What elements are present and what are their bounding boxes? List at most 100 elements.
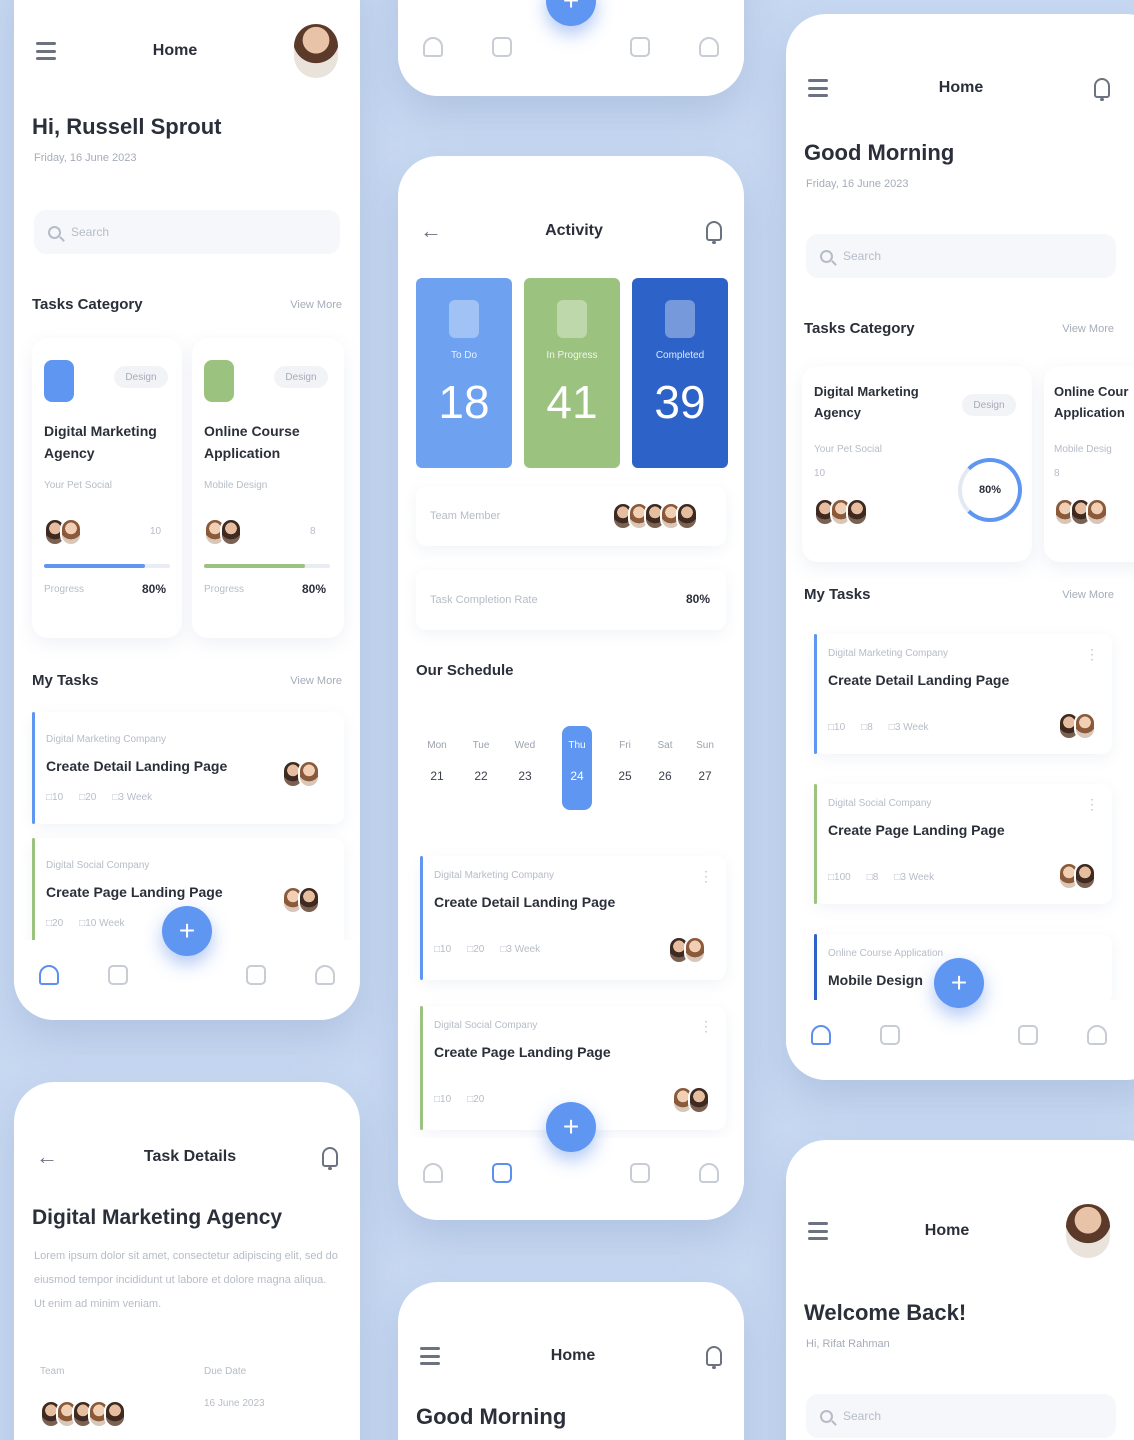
view-more-link[interactable]: View More — [1062, 589, 1114, 601]
day-tue[interactable]: Tue 22 — [466, 740, 496, 783]
more-options-icon[interactable]: ⋮ — [1085, 796, 1099, 813]
calendar-icon[interactable] — [491, 1163, 512, 1183]
task-category: Online Course Application — [828, 948, 944, 959]
day-mon[interactable]: Mon 21 — [422, 740, 452, 783]
bell-icon[interactable] — [1093, 78, 1110, 101]
document-icon[interactable] — [246, 965, 267, 985]
task-description: Lorem ipsum dolor sit amet, consectetur … — [34, 1250, 338, 1310]
task-category: Digital Social Company — [434, 1020, 538, 1031]
add-task-button[interactable]: + — [162, 906, 212, 956]
meta-item: 10 — [46, 792, 63, 803]
task-heading: Digital Marketing Agency — [32, 1206, 283, 1229]
stat-card[interactable]: Completed 39 — [632, 278, 728, 468]
day-name: Wed — [514, 740, 536, 751]
day-name: Mon — [427, 740, 447, 751]
category-header: Tasks Category View More — [804, 320, 1114, 337]
menu-icon[interactable] — [420, 1347, 440, 1365]
home-icon[interactable] — [422, 1163, 443, 1183]
document-icon — [449, 300, 479, 338]
task-meta: 100 8 3 Week — [828, 872, 934, 883]
phone-home-1: Home Hi, Russell Sprout Friday, 16 June … — [14, 0, 360, 1020]
day-fri[interactable]: Fri 25 — [610, 740, 640, 783]
home-icon[interactable] — [810, 1025, 831, 1045]
member-avatars — [204, 518, 242, 546]
add-task-button[interactable]: + — [546, 1102, 596, 1152]
menu-icon[interactable] — [808, 1222, 828, 1240]
document-icon[interactable] — [630, 37, 651, 57]
progress-fill — [44, 564, 145, 568]
search-input[interactable]: Search — [806, 1394, 1116, 1438]
menu-icon[interactable] — [808, 79, 828, 97]
calendar-icon[interactable] — [879, 1025, 900, 1045]
meta-item: 10 Week — [79, 918, 124, 929]
view-more-link[interactable]: View More — [290, 299, 342, 311]
profile-icon[interactable] — [315, 965, 336, 985]
stat-label: In Progress — [546, 350, 598, 361]
profile-icon[interactable] — [699, 37, 720, 57]
menu-icon[interactable] — [36, 42, 56, 60]
more-options-icon[interactable]: ⋮ — [699, 1018, 713, 1035]
day-thu-selected[interactable]: Thu 24 — [562, 726, 592, 810]
bell-icon[interactable] — [321, 1147, 338, 1170]
progress-value: 80% — [302, 582, 327, 596]
home-icon[interactable] — [38, 965, 59, 985]
category-title-line: Digital Marketing — [44, 423, 157, 439]
day-wed[interactable]: Wed 23 — [510, 740, 540, 783]
member-avatars — [672, 1086, 710, 1114]
task-card[interactable]: Digital Marketing Company Create Detail … — [814, 634, 1112, 754]
meta-item: 8 — [867, 872, 879, 883]
avatar[interactable] — [1065, 1204, 1110, 1258]
completion-row[interactable]: Task Completion Rate 80% — [416, 570, 726, 630]
day-name: Tue — [472, 740, 490, 751]
category-subtitle: Your Pet Social — [814, 444, 883, 455]
task-count: 8 — [310, 526, 316, 537]
search-input[interactable]: Search — [34, 210, 340, 254]
task-category: Digital Marketing Company — [434, 870, 555, 881]
day-date: 22 — [474, 769, 488, 783]
task-card[interactable]: Digital Social Company Create Page Landi… — [814, 784, 1112, 904]
member-avatar — [104, 1400, 126, 1428]
search-input[interactable]: Search — [806, 234, 1116, 278]
task-card[interactable]: Digital Marketing Company Create Detail … — [420, 856, 726, 980]
document-icon[interactable] — [1018, 1025, 1039, 1045]
member-avatars — [1058, 862, 1096, 890]
folder-icon — [44, 360, 74, 402]
category-subtitle: Mobile Design — [204, 480, 268, 491]
category-card[interactable]: Design Online Course Application Mobile … — [192, 338, 344, 638]
category-card[interactable]: Design Digital Marketing Agency Your Pet… — [32, 338, 182, 638]
calendar-icon[interactable] — [107, 965, 128, 985]
day-sun[interactable]: Sun 27 — [690, 740, 720, 783]
bell-icon[interactable] — [705, 221, 722, 244]
stat-card[interactable]: To Do 18 — [416, 278, 512, 468]
view-more-link[interactable]: View More — [1062, 323, 1114, 335]
greeting: Hi, Russell Sprout — [32, 114, 222, 139]
greeting: Welcome Back! — [804, 1300, 967, 1325]
more-options-icon[interactable]: ⋮ — [699, 868, 713, 885]
task-card[interactable]: Digital Marketing Company Create Detail … — [32, 712, 344, 824]
back-arrow-icon[interactable]: ← — [420, 220, 442, 242]
category-card-partial[interactable]: Online Cour Application Mobile Desig 8 — [1044, 366, 1134, 562]
meta-item: 10 — [434, 1094, 451, 1105]
profile-icon[interactable] — [699, 1163, 720, 1183]
screen-title: Home — [152, 42, 198, 59]
category-header: Tasks Category View More — [32, 296, 342, 313]
profile-icon[interactable] — [1087, 1025, 1108, 1045]
category-card[interactable]: Digital Marketing Agency Design Your Pet… — [802, 366, 1032, 562]
task-accent — [814, 784, 817, 904]
team-member-row[interactable]: Team Member — [416, 486, 726, 546]
document-icon — [557, 300, 587, 338]
stat-card[interactable]: In Progress 41 — [524, 278, 620, 468]
phone-task-details: ← Task Details Digital Marketing Agency … — [14, 1082, 360, 1440]
view-more-link[interactable]: View More — [290, 675, 342, 687]
more-options-icon[interactable]: ⋮ — [1085, 646, 1099, 663]
avatar[interactable] — [293, 24, 338, 78]
category-title-line: Online Cour — [1054, 384, 1129, 399]
back-arrow-icon[interactable]: ← — [36, 1146, 58, 1168]
bell-icon[interactable] — [705, 1346, 722, 1369]
completion-label: Task Completion Rate — [430, 594, 538, 606]
add-task-button[interactable]: + — [934, 958, 984, 1008]
day-sat[interactable]: Sat 26 — [650, 740, 680, 783]
document-icon[interactable] — [630, 1163, 651, 1183]
calendar-icon[interactable] — [491, 37, 512, 57]
home-icon[interactable] — [422, 37, 443, 57]
